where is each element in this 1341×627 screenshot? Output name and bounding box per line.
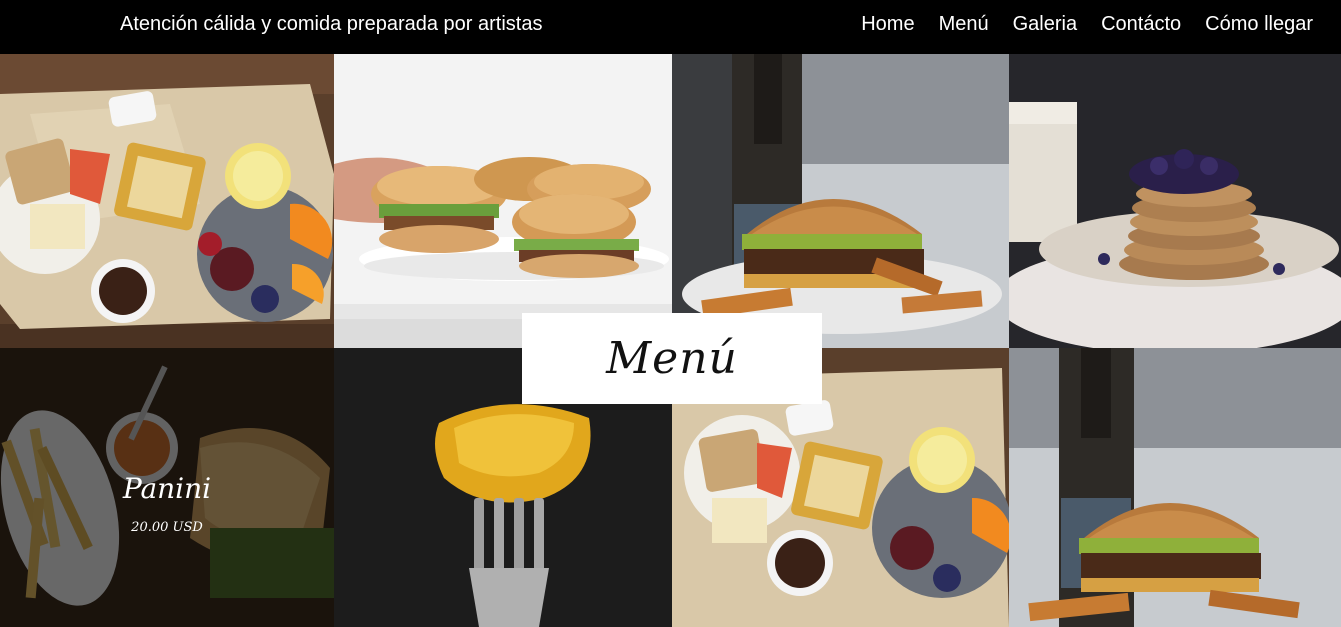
main-nav: Home Menú Galeria Contácto Cómo llegar xyxy=(861,13,1313,36)
section-title: Menú xyxy=(606,333,738,384)
top-bar: Atención cálida y comida preparada por a… xyxy=(0,0,1341,54)
menu-item-price: 20.00 USD xyxy=(131,520,203,535)
gallery-photo-burger-beer[interactable] xyxy=(672,54,1009,348)
section-heading-box: Menú xyxy=(522,313,822,404)
nav-link-directions[interactable]: Cómo llegar xyxy=(1205,13,1313,36)
gallery-photo-burger-beer-2[interactable] xyxy=(1009,348,1341,627)
menu-item-overlay: Panini 20.00 USD xyxy=(0,348,334,627)
menu-item-card-panini[interactable]: Panini 20.00 USD xyxy=(0,348,334,627)
nav-link-menu[interactable]: Menú xyxy=(939,13,989,36)
gallery-photo-burgers-plate[interactable] xyxy=(334,54,672,348)
nav-link-home[interactable]: Home xyxy=(861,13,914,36)
site-tagline: Atención cálida y comida preparada por a… xyxy=(120,13,543,35)
menu-item-name: Panini xyxy=(122,472,212,505)
gallery-photo-breakfast[interactable] xyxy=(0,54,334,348)
nav-link-contact[interactable]: Contácto xyxy=(1101,13,1181,36)
nav-link-gallery[interactable]: Galeria xyxy=(1013,13,1077,36)
gallery-photo-pancakes[interactable] xyxy=(1009,54,1341,348)
